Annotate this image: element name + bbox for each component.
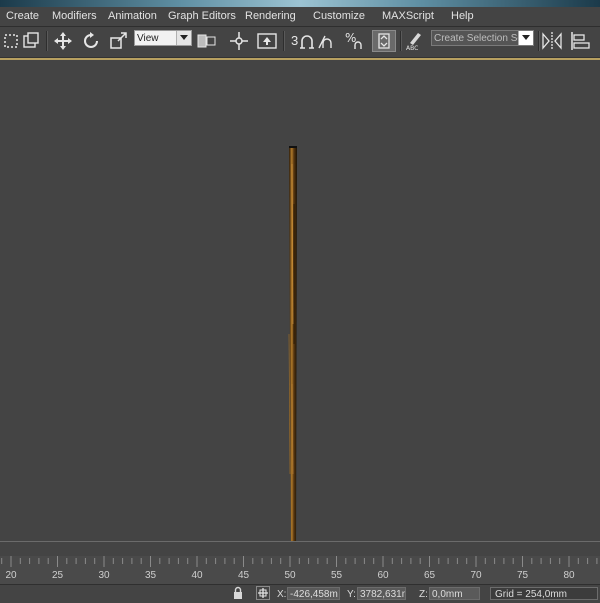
svg-text:%: % [345,31,356,45]
track-bar[interactable]: 20 25 30 35 40 45 50 55 60 65 70 75 80 [0,556,600,584]
menu-modifiers[interactable]: Modifiers [52,10,97,22]
toolbar-separator [538,31,540,51]
window-crossing-icon[interactable] [20,30,42,52]
align-icon[interactable] [569,30,591,52]
tick-label: 70 [470,570,482,581]
tick-label: 75 [516,570,529,581]
snap-toggle-icon[interactable] [296,30,318,52]
menu-customize[interactable]: Customize [313,10,365,22]
y-label: Y: [347,589,356,600]
chevron-down-icon [518,31,533,45]
x-label: X: [277,589,287,600]
named-selection-value: Create Selection Se [434,33,523,44]
menu-create[interactable]: Create [6,10,39,22]
z-label: Z: [419,589,428,600]
x-coordinate-field[interactable]: -426,458m [287,587,340,600]
toolbar-separator [46,31,48,51]
perspective-viewport[interactable] [0,58,600,564]
chevron-down-icon [176,31,191,45]
ref-coord-system-dropdown[interactable]: View [134,30,192,46]
absolute-mode-icon[interactable] [256,586,270,600]
spinner-snap-icon[interactable] [372,30,396,52]
tick-label: 45 [237,570,250,581]
svg-text:ABC: ABC [406,45,418,51]
menu-graph-editors[interactable]: Graph Editors [168,10,236,22]
title-bar [0,0,600,7]
edit-named-selection-icon[interactable]: ABC [404,30,426,52]
menu-maxscript[interactable]: MAXScript [382,10,434,22]
tick-label: 65 [423,570,436,581]
mirror-icon[interactable] [541,30,563,52]
percent-snap-icon[interactable]: % [344,30,366,52]
lock-selection-icon[interactable] [232,586,244,603]
named-selection-dropdown[interactable]: Create Selection Se [431,30,534,46]
y-coordinate-field[interactable]: 3782,631m [357,587,406,600]
main-toolbar: View 3 % ABC Create Selection Se [0,27,600,58]
menu-bar: Create Modifiers Animation Graph Editors… [0,7,600,27]
rotate-icon[interactable] [80,30,102,52]
move-icon[interactable] [52,30,74,52]
tick-label: 60 [377,570,389,581]
ref-coord-value: View [137,33,159,44]
menu-rendering[interactable]: Rendering [245,10,296,22]
tick-label: 55 [330,570,343,581]
tick-label: 35 [144,570,157,581]
select-region-icon[interactable] [0,30,22,52]
tick-label: 50 [284,570,296,581]
menu-help[interactable]: Help [451,10,474,22]
keyboard-shortcut-icon[interactable] [256,30,278,52]
tick-label: 20 [5,570,17,581]
angle-snap-icon[interactable] [316,30,338,52]
status-bar: X: -426,458m Y: 3782,631m Z: 0,0mm Grid … [0,584,600,601]
manipulate-icon[interactable] [228,30,250,52]
pivot-icon[interactable] [196,30,218,52]
grid-size-readout: Grid = 254,0mm [490,587,598,600]
wooden-pole-object[interactable] [286,144,300,568]
tick-label: 25 [51,570,64,581]
menu-animation[interactable]: Animation [108,10,157,22]
time-slider[interactable] [0,541,600,557]
tick-label: 30 [98,570,110,581]
scale-icon[interactable] [108,30,130,52]
toolbar-separator [400,31,402,51]
tick-label: 80 [563,570,575,581]
tick-label: 40 [191,570,203,581]
track-bar-ticks [1,556,598,567]
z-coordinate-field[interactable]: 0,0mm [429,587,480,600]
toolbar-separator [283,31,285,51]
